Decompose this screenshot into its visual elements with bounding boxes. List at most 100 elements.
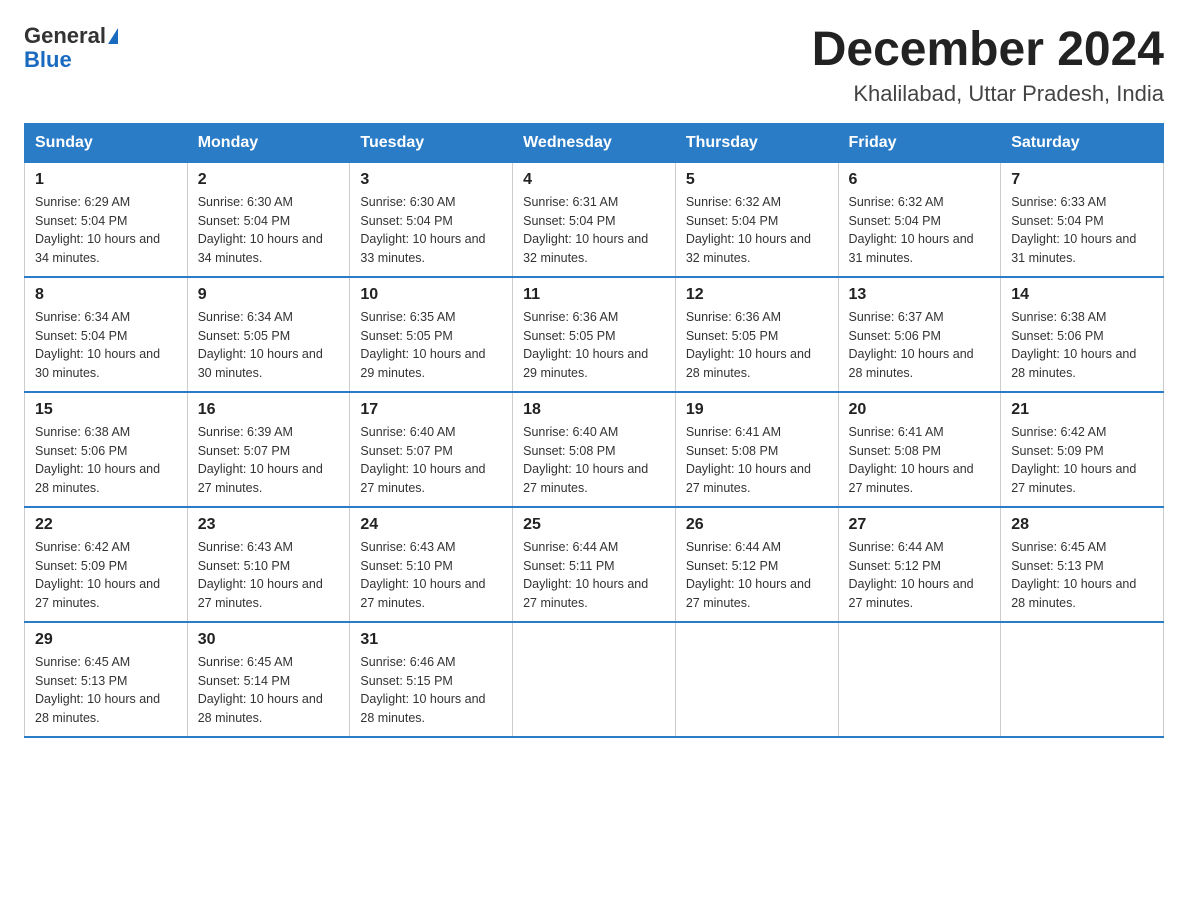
day-info: Sunrise: 6:44 AMSunset: 5:11 PMDaylight:… — [523, 538, 665, 613]
day-number: 6 — [849, 171, 991, 189]
logo-general-text: General — [24, 24, 106, 48]
day-info: Sunrise: 6:30 AMSunset: 5:04 PMDaylight:… — [198, 193, 340, 268]
day-info: Sunrise: 6:32 AMSunset: 5:04 PMDaylight:… — [849, 193, 991, 268]
day-number: 26 — [686, 516, 828, 534]
day-info: Sunrise: 6:42 AMSunset: 5:09 PMDaylight:… — [1011, 423, 1153, 498]
day-info: Sunrise: 6:46 AMSunset: 5:15 PMDaylight:… — [360, 653, 502, 728]
calendar-cell: 26 Sunrise: 6:44 AMSunset: 5:12 PMDayligh… — [675, 507, 838, 622]
day-info: Sunrise: 6:30 AMSunset: 5:04 PMDaylight:… — [360, 193, 502, 268]
calendar-cell: 19 Sunrise: 6:41 AMSunset: 5:08 PMDayligh… — [675, 392, 838, 507]
calendar-cell: 10 Sunrise: 6:35 AMSunset: 5:05 PMDayligh… — [350, 277, 513, 392]
calendar-cell: 2 Sunrise: 6:30 AMSunset: 5:04 PMDaylight… — [187, 162, 350, 277]
day-number: 9 — [198, 286, 340, 304]
day-number: 3 — [360, 171, 502, 189]
calendar-title: December 2024 — [812, 24, 1164, 77]
day-number: 21 — [1011, 401, 1153, 419]
day-info: Sunrise: 6:32 AMSunset: 5:04 PMDaylight:… — [686, 193, 828, 268]
day-number: 20 — [849, 401, 991, 419]
day-info: Sunrise: 6:43 AMSunset: 5:10 PMDaylight:… — [360, 538, 502, 613]
calendar-cell: 6 Sunrise: 6:32 AMSunset: 5:04 PMDaylight… — [838, 162, 1001, 277]
header-monday: Monday — [187, 123, 350, 162]
header-saturday: Saturday — [1001, 123, 1164, 162]
day-number: 13 — [849, 286, 991, 304]
day-number: 2 — [198, 171, 340, 189]
day-number: 7 — [1011, 171, 1153, 189]
calendar-cell: 20 Sunrise: 6:41 AMSunset: 5:08 PMDayligh… — [838, 392, 1001, 507]
calendar-cell: 24 Sunrise: 6:43 AMSunset: 5:10 PMDayligh… — [350, 507, 513, 622]
day-number: 31 — [360, 631, 502, 649]
calendar-cell: 25 Sunrise: 6:44 AMSunset: 5:11 PMDayligh… — [513, 507, 676, 622]
calendar-cell: 21 Sunrise: 6:42 AMSunset: 5:09 PMDayligh… — [1001, 392, 1164, 507]
calendar-week-2: 8 Sunrise: 6:34 AMSunset: 5:04 PMDaylight… — [25, 277, 1164, 392]
calendar-cell: 22 Sunrise: 6:42 AMSunset: 5:09 PMDayligh… — [25, 507, 188, 622]
page-header: General Blue December 2024 Khalilabad, U… — [24, 24, 1164, 107]
day-number: 22 — [35, 516, 177, 534]
day-number: 27 — [849, 516, 991, 534]
calendar-week-4: 22 Sunrise: 6:42 AMSunset: 5:09 PMDayligh… — [25, 507, 1164, 622]
calendar-week-5: 29 Sunrise: 6:45 AMSunset: 5:13 PMDayligh… — [25, 622, 1164, 737]
calendar-cell: 13 Sunrise: 6:37 AMSunset: 5:06 PMDayligh… — [838, 277, 1001, 392]
calendar-cell: 17 Sunrise: 6:40 AMSunset: 5:07 PMDayligh… — [350, 392, 513, 507]
calendar-cell — [513, 622, 676, 737]
header-sunday: Sunday — [25, 123, 188, 162]
day-info: Sunrise: 6:42 AMSunset: 5:09 PMDaylight:… — [35, 538, 177, 613]
calendar-cell: 7 Sunrise: 6:33 AMSunset: 5:04 PMDaylight… — [1001, 162, 1164, 277]
day-info: Sunrise: 6:40 AMSunset: 5:07 PMDaylight:… — [360, 423, 502, 498]
day-number: 24 — [360, 516, 502, 534]
day-info: Sunrise: 6:44 AMSunset: 5:12 PMDaylight:… — [686, 538, 828, 613]
calendar-cell: 15Sunrise: 6:38 AMSunset: 5:06 PMDayligh… — [25, 392, 188, 507]
day-info: Sunrise: 6:43 AMSunset: 5:10 PMDaylight:… — [198, 538, 340, 613]
calendar-cell: 1Sunrise: 6:29 AMSunset: 5:04 PMDaylight… — [25, 162, 188, 277]
header-friday: Friday — [838, 123, 1001, 162]
logo-blue-text: Blue — [24, 48, 72, 72]
day-info: Sunrise: 6:40 AMSunset: 5:08 PMDaylight:… — [523, 423, 665, 498]
day-number: 17 — [360, 401, 502, 419]
day-info: Sunrise: 6:45 AMSunset: 5:13 PMDaylight:… — [1011, 538, 1153, 613]
calendar-table: SundayMondayTuesdayWednesdayThursdayFrid… — [24, 123, 1164, 738]
day-number: 19 — [686, 401, 828, 419]
day-number: 8 — [35, 286, 177, 304]
day-info: Sunrise: 6:34 AMSunset: 5:04 PMDaylight:… — [35, 308, 177, 383]
day-number: 25 — [523, 516, 665, 534]
calendar-cell: 5Sunrise: 6:32 AMSunset: 5:04 PMDaylight… — [675, 162, 838, 277]
calendar-cell — [675, 622, 838, 737]
logo: General Blue — [24, 24, 118, 72]
day-info: Sunrise: 6:37 AMSunset: 5:06 PMDaylight:… — [849, 308, 991, 383]
calendar-cell — [1001, 622, 1164, 737]
day-number: 23 — [198, 516, 340, 534]
day-info: Sunrise: 6:31 AMSunset: 5:04 PMDaylight:… — [523, 193, 665, 268]
day-number: 30 — [198, 631, 340, 649]
day-number: 12 — [686, 286, 828, 304]
day-info: Sunrise: 6:38 AMSunset: 5:06 PMDaylight:… — [35, 423, 177, 498]
calendar-cell: 30Sunrise: 6:45 AMSunset: 5:14 PMDayligh… — [187, 622, 350, 737]
calendar-cell: 31 Sunrise: 6:46 AMSunset: 5:15 PMDayligh… — [350, 622, 513, 737]
calendar-cell: 4 Sunrise: 6:31 AMSunset: 5:04 PMDaylight… — [513, 162, 676, 277]
day-info: Sunrise: 6:41 AMSunset: 5:08 PMDaylight:… — [686, 423, 828, 498]
day-info: Sunrise: 6:34 AMSunset: 5:05 PMDaylight:… — [198, 308, 340, 383]
day-info: Sunrise: 6:35 AMSunset: 5:05 PMDaylight:… — [360, 308, 502, 383]
day-info: Sunrise: 6:45 AMSunset: 5:13 PMDaylight:… — [35, 653, 177, 728]
calendar-cell: 29 Sunrise: 6:45 AMSunset: 5:13 PMDayligh… — [25, 622, 188, 737]
calendar-cell: 23 Sunrise: 6:43 AMSunset: 5:10 PMDayligh… — [187, 507, 350, 622]
calendar-header-row: SundayMondayTuesdayWednesdayThursdayFrid… — [25, 123, 1164, 162]
calendar-cell: 11Sunrise: 6:36 AMSunset: 5:05 PMDayligh… — [513, 277, 676, 392]
calendar-cell: 3 Sunrise: 6:30 AMSunset: 5:04 PMDaylight… — [350, 162, 513, 277]
calendar-week-1: 1Sunrise: 6:29 AMSunset: 5:04 PMDaylight… — [25, 162, 1164, 277]
header-tuesday: Tuesday — [350, 123, 513, 162]
day-info: Sunrise: 6:36 AMSunset: 5:05 PMDaylight:… — [686, 308, 828, 383]
calendar-cell: 28 Sunrise: 6:45 AMSunset: 5:13 PMDayligh… — [1001, 507, 1164, 622]
day-info: Sunrise: 6:41 AMSunset: 5:08 PMDaylight:… — [849, 423, 991, 498]
day-info: Sunrise: 6:29 AMSunset: 5:04 PMDaylight:… — [35, 193, 177, 268]
day-number: 16 — [198, 401, 340, 419]
day-number: 18 — [523, 401, 665, 419]
day-info: Sunrise: 6:33 AMSunset: 5:04 PMDaylight:… — [1011, 193, 1153, 268]
calendar-cell: 16Sunrise: 6:39 AMSunset: 5:07 PMDayligh… — [187, 392, 350, 507]
day-number: 29 — [35, 631, 177, 649]
day-number: 4 — [523, 171, 665, 189]
header-wednesday: Wednesday — [513, 123, 676, 162]
day-number: 28 — [1011, 516, 1153, 534]
calendar-cell: 18 Sunrise: 6:40 AMSunset: 5:08 PMDayligh… — [513, 392, 676, 507]
day-number: 10 — [360, 286, 502, 304]
day-number: 11 — [523, 286, 665, 304]
logo-triangle-icon — [108, 28, 118, 44]
